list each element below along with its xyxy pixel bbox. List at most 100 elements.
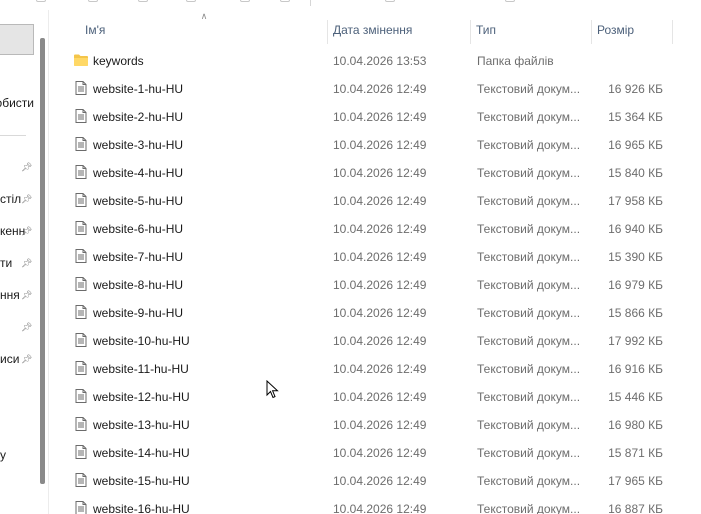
file-date-modified: 10.04.2026 12:49 <box>333 278 427 292</box>
file-type: Текстовий докум... <box>477 418 581 432</box>
file-date-modified: 10.04.2026 12:49 <box>333 502 427 514</box>
pin-icon: 📌︎ <box>21 322 33 332</box>
file-rows: keywords 10.04.2026 13:53 Папка файлів webs… <box>50 47 701 514</box>
pin-icon: 📌︎ <box>21 354 33 364</box>
text-file-icon <box>73 304 89 320</box>
nav-item-8[interactable]: у <box>0 448 34 466</box>
file-date-modified: 10.04.2026 12:49 <box>333 82 427 96</box>
column-header-size[interactable]: Розмір <box>592 20 672 44</box>
nav-item-label: у <box>0 448 6 462</box>
file-date-modified: 10.04.2026 12:49 <box>333 138 427 152</box>
file-row[interactable]: website-4-hu-HU 10.04.2026 12:49 Текстовий… <box>50 159 701 187</box>
file-name: website-5-hu-HU <box>93 194 184 208</box>
toolbar-divider <box>310 0 311 6</box>
file-row[interactable]: keywords 10.04.2026 13:53 Папка файлів <box>50 47 701 75</box>
file-name: website-10-hu-HU <box>93 334 190 348</box>
file-name: website-11-hu-HU <box>93 362 189 376</box>
file-date-modified: 10.04.2026 12:49 <box>333 418 427 432</box>
file-name: website-4-hu-HU <box>93 166 184 180</box>
pin-icon: 📌︎ <box>21 226 33 236</box>
column-header-date[interactable]: Дата змінення <box>328 20 470 44</box>
paste-icon[interactable] <box>138 0 148 2</box>
file-name: website-2-hu-HU <box>93 110 184 124</box>
sort-ascending-icon: ∧ <box>200 11 208 21</box>
file-type: Текстовий докум... <box>477 110 581 124</box>
nav-item-label: иси <box>0 352 20 366</box>
pin-icon: 📌︎ <box>21 258 33 268</box>
text-file-icon <box>73 192 89 208</box>
file-date-modified: 10.04.2026 12:49 <box>333 306 427 320</box>
text-file-icon <box>73 108 89 124</box>
sort-icon[interactable] <box>385 0 395 2</box>
text-file-icon <box>73 276 89 292</box>
pane-divider[interactable] <box>48 10 49 514</box>
file-name: website-14-hu-HU <box>93 446 190 460</box>
text-file-icon <box>73 360 89 376</box>
file-name: website-13-hu-HU <box>93 418 190 432</box>
file-size: 16 926 КБ <box>608 82 663 96</box>
file-row[interactable]: website-7-hu-HU 10.04.2026 12:49 Текстовий… <box>50 243 701 271</box>
file-size: 15 866 КБ <box>608 306 663 320</box>
file-size: 15 871 КБ <box>608 446 663 460</box>
cut-icon[interactable] <box>36 0 46 2</box>
file-row[interactable]: website-12-hu-HU 10.04.2026 12:49 Текстови… <box>50 383 701 411</box>
file-type: Текстовий докум... <box>477 250 581 264</box>
column-header-name[interactable]: Ім'я <box>80 20 330 44</box>
text-file-icon <box>73 248 89 264</box>
file-type: Текстовий докум... <box>477 390 581 404</box>
file-explorer-window: обисти 📌︎ стіл 📌︎ кенн 📌︎ ти 📌︎ ння 📌︎ 📌… <box>0 0 701 514</box>
column-header-type[interactable]: Тип <box>471 20 591 44</box>
copy-icon[interactable] <box>88 0 98 2</box>
text-file-icon <box>73 500 89 514</box>
file-size: 16 979 КБ <box>608 278 663 292</box>
file-row[interactable]: website-8-hu-HU 10.04.2026 12:49 Текстовий… <box>50 271 701 299</box>
file-size: 16 887 КБ <box>608 502 663 514</box>
file-row[interactable]: website-10-hu-HU 10.04.2026 12:49 Текстови… <box>50 327 701 355</box>
file-row[interactable]: website-16-hu-HU 10.04.2026 12:49 Текстови… <box>50 495 701 514</box>
text-file-icon <box>73 472 89 488</box>
file-row[interactable]: website-14-hu-HU 10.04.2026 12:49 Текстови… <box>50 439 701 467</box>
delete-icon[interactable] <box>280 0 290 2</box>
text-file-icon <box>73 164 89 180</box>
file-size: 15 840 КБ <box>608 166 663 180</box>
file-type: Текстовий докум... <box>477 166 581 180</box>
file-date-modified: 10.04.2026 12:49 <box>333 110 427 124</box>
file-row[interactable]: website-3-hu-HU 10.04.2026 12:49 Текстовий… <box>50 131 701 159</box>
nav-item-0[interactable]: обисти <box>0 96 34 114</box>
file-name: website-15-hu-HU <box>93 474 190 488</box>
nav-item-label: стіл <box>0 192 22 206</box>
text-file-icon <box>73 80 89 96</box>
nav-item-selected[interactable] <box>0 24 34 55</box>
file-row[interactable]: website-5-hu-HU 10.04.2026 12:49 Текстовий… <box>50 187 701 215</box>
file-name: website-16-hu-HU <box>93 502 190 514</box>
file-row[interactable]: website-15-hu-HU 10.04.2026 12:49 Текстови… <box>50 467 701 495</box>
file-row[interactable]: website-13-hu-HU 10.04.2026 12:49 Текстови… <box>50 411 701 439</box>
file-row[interactable]: website-11-hu-HU 10.04.2026 12:49 Текстови… <box>50 355 701 383</box>
file-row[interactable]: website-1-hu-HU 10.04.2026 12:49 Текстовий… <box>50 75 701 103</box>
rename-icon[interactable] <box>186 0 196 2</box>
text-file-icon <box>73 136 89 152</box>
file-row[interactable]: website-2-hu-HU 10.04.2026 12:49 Текстовий… <box>50 103 701 131</box>
file-type: Текстовий докум... <box>477 474 581 488</box>
file-name: website-1-hu-HU <box>93 82 184 96</box>
navigation-pane: обисти 📌︎ стіл 📌︎ кенн 📌︎ ти 📌︎ ння 📌︎ 📌… <box>0 10 48 514</box>
column-header: ∧ Ім'я Дата змінення Тип Розмір <box>50 12 701 44</box>
column-separator[interactable] <box>672 20 673 44</box>
file-size: 15 390 КБ <box>608 250 663 264</box>
pin-icon: 📌︎ <box>21 290 33 300</box>
file-date-modified: 10.04.2026 12:49 <box>333 362 427 376</box>
share-icon[interactable] <box>240 0 250 2</box>
view-icon[interactable] <box>505 0 515 2</box>
file-row[interactable]: website-9-hu-HU 10.04.2026 12:49 Текстовий… <box>50 299 701 327</box>
file-size: 17 992 КБ <box>608 334 663 348</box>
nav-item-label: ти <box>0 256 13 270</box>
file-name: website-3-hu-HU <box>93 138 184 152</box>
nav-item-label: обисти <box>0 96 34 110</box>
file-size: 16 965 КБ <box>608 138 663 152</box>
nav-separator <box>0 135 26 136</box>
text-file-icon <box>73 444 89 460</box>
nav-scrollbar[interactable] <box>40 38 45 484</box>
file-date-modified: 10.04.2026 12:49 <box>333 222 427 236</box>
file-name: website-7-hu-HU <box>93 250 184 264</box>
file-row[interactable]: website-6-hu-HU 10.04.2026 12:49 Текстовий… <box>50 215 701 243</box>
